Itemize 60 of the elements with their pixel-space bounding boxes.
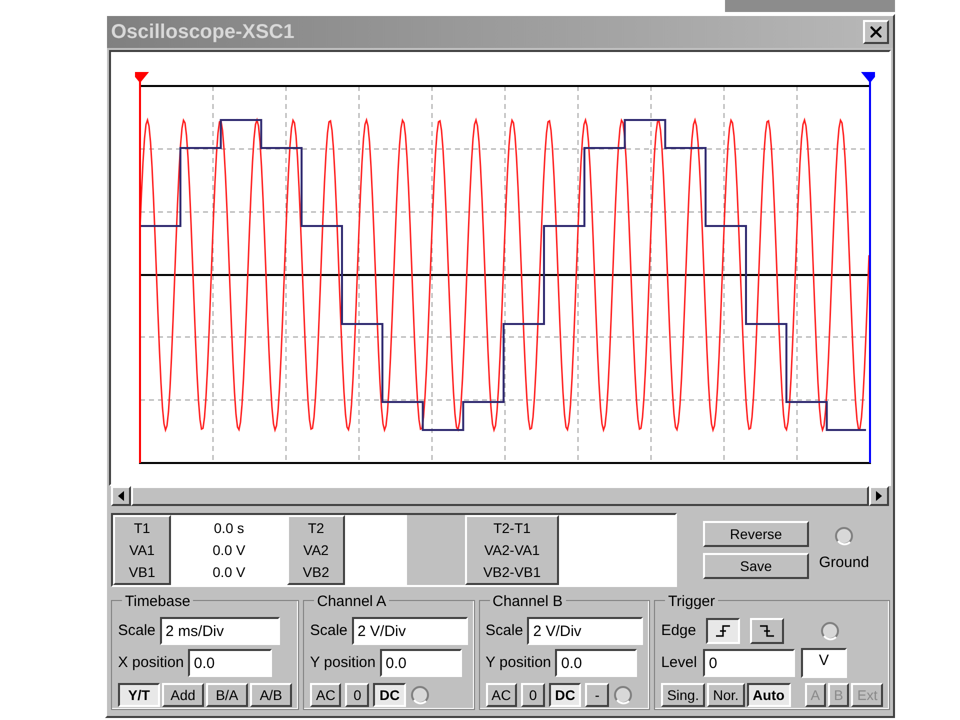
trigger-mode-button[interactable]: Sing.	[661, 683, 705, 707]
trigger-radio[interactable]	[820, 621, 840, 641]
channel-field[interactable]: 2 V/Div	[527, 617, 644, 645]
field-label: Scale	[118, 620, 156, 641]
mode-button[interactable]: A/B	[250, 683, 292, 707]
channel-field[interactable]: 0.0	[380, 649, 462, 677]
mode-button[interactable]: Add	[162, 683, 204, 707]
readout-label: T2	[308, 519, 324, 538]
ground-radio[interactable]	[834, 526, 854, 546]
channel-radio[interactable]	[613, 685, 634, 705]
readout-label: T1	[134, 519, 150, 538]
field-label: Scale	[486, 620, 524, 641]
mode-button[interactable]: Y/T	[118, 683, 160, 707]
coupling-button[interactable]: -	[585, 683, 610, 707]
field-label: X position	[118, 652, 184, 673]
coupling-button[interactable]: AC	[310, 683, 342, 707]
trigger-mode-button[interactable]: Auto	[746, 683, 791, 707]
readout-label: T2-T1	[493, 519, 531, 538]
close-button[interactable]	[863, 20, 889, 44]
readout-value: 0.0 V	[212, 541, 246, 560]
readout-label: VB1	[128, 563, 156, 582]
coupling-button[interactable]: AC	[486, 683, 517, 707]
coupling-button[interactable]: 0	[520, 683, 545, 707]
rising-edge-icon	[715, 624, 732, 638]
window-title: Oscilloscope-XSC1	[111, 20, 294, 45]
channel-radio[interactable]	[410, 685, 430, 705]
channel-field[interactable]: 0.0	[555, 649, 638, 677]
scroll-left-button[interactable]	[111, 486, 131, 506]
field-label: Y position	[310, 652, 376, 673]
unit-field[interactable]: V	[800, 648, 847, 678]
cursor-marker-icon[interactable]	[135, 72, 149, 463]
scroll-right-button[interactable]	[869, 486, 889, 506]
readout-label: VB2	[302, 563, 330, 582]
coupling-button[interactable]: DC	[373, 683, 406, 707]
readout-value: 0.0 V	[212, 563, 246, 582]
level-label: Level	[661, 652, 697, 673]
ground-label: Ground	[819, 552, 870, 573]
readout-label: VA1	[129, 541, 155, 560]
mode-button[interactable]: B/A	[206, 683, 248, 707]
readout-value: 0.0 s	[214, 519, 244, 538]
readout-label: VA2-VA1	[484, 541, 540, 560]
readout-label: VA2	[303, 541, 329, 560]
right-arrow-icon	[876, 491, 882, 501]
edge-button[interactable]	[706, 618, 740, 644]
cursor-marker-icon[interactable]	[861, 72, 875, 463]
coupling-button[interactable]: DC	[548, 683, 582, 707]
coupling-button[interactable]: 0	[345, 683, 370, 707]
action-button[interactable]: Save	[703, 553, 809, 579]
timebase-field[interactable]: 0.0	[188, 649, 272, 677]
left-arrow-icon	[118, 491, 124, 501]
level-field[interactable]: 0	[702, 649, 795, 677]
action-button[interactable]: Reverse	[703, 521, 809, 547]
trigger-mode-button[interactable]: Nor.	[706, 683, 745, 707]
falling-edge-icon	[759, 624, 776, 638]
readout-label: VB2-VB1	[483, 563, 541, 582]
field-label: Y position	[486, 652, 552, 673]
field-label: Scale	[310, 620, 348, 641]
timebase-field[interactable]: 2 ms/Div	[160, 617, 280, 645]
channel-field[interactable]: 2 V/Div	[352, 617, 468, 645]
edge-label: Edge	[661, 620, 696, 641]
